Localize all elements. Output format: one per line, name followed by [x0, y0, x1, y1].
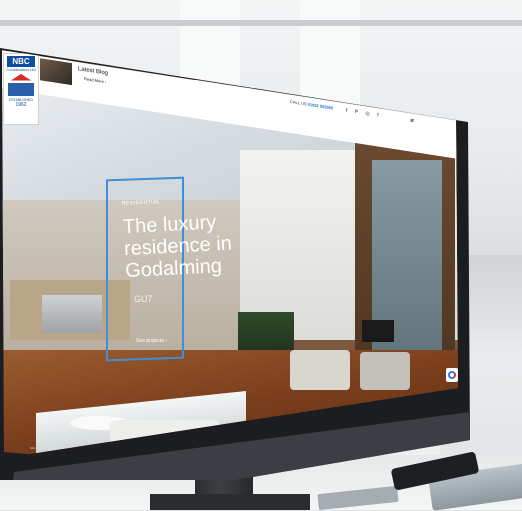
logo-subtitle: Construction Ltd — [6, 67, 36, 72]
recaptcha-badge-icon[interactable] — [446, 368, 458, 382]
blog-title: Latest Blog — [78, 66, 109, 77]
house-roof-icon — [8, 74, 34, 96]
call-us[interactable]: CALL US 01932 555555 — [290, 99, 333, 111]
logo-brand: NBC — [7, 56, 35, 67]
see-projects-link[interactable]: See projects › — [136, 338, 167, 344]
facebook-f-icon[interactable]: f — [377, 112, 381, 119]
hero-postcode: GU7 — [134, 294, 153, 304]
sofa — [290, 350, 350, 390]
blog-thumbnail[interactable] — [40, 58, 72, 86]
nbc-logo[interactable]: NBC Construction Ltd ESTABLISHED 1962 — [3, 53, 39, 125]
social-links: f P ◎ f — [346, 108, 382, 120]
pinterest-icon[interactable]: P — [355, 109, 361, 116]
blog-read-more-link[interactable]: Read More › — [84, 76, 106, 84]
ceiling-beam — [0, 20, 522, 26]
armchair — [360, 352, 410, 390]
call-us-number[interactable]: 01932 555555 — [308, 102, 334, 111]
window-light — [300, 0, 360, 110]
logo-year: 1962 — [15, 102, 27, 108]
call-us-label: CALL US — [290, 98, 307, 107]
television — [362, 320, 394, 342]
monitor-stand-base — [150, 494, 310, 510]
window-glass — [372, 160, 442, 380]
facebook-icon[interactable]: f — [346, 108, 350, 115]
range-hood — [42, 295, 102, 333]
hamburger-icon[interactable]: ≡ — [410, 117, 414, 125]
instagram-icon[interactable]: ◎ — [365, 111, 372, 118]
hero-title: The luxury residence in Godalming — [122, 211, 233, 283]
